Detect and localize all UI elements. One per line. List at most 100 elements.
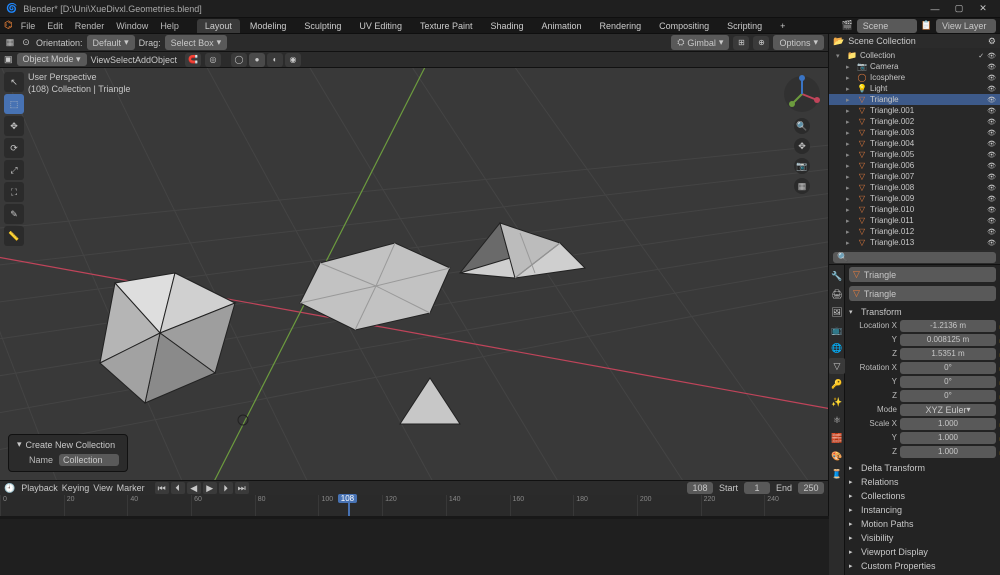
playhead[interactable] [348,495,350,516]
properties-tab-1[interactable]: 🖨 [829,286,845,302]
section-relations[interactable]: ▸Relations [849,475,996,489]
disclosure-icon[interactable]: ▸ [846,107,854,115]
workspace-tab-rendering[interactable]: Rendering [592,19,650,33]
section-motion-paths[interactable]: ▸Motion Paths [849,517,996,531]
outliner-item-camera[interactable]: ▸📷Camera👁 [829,61,1000,72]
disclosure-icon[interactable]: ▸ [846,63,854,71]
editor-type-icon[interactable]: ▦ [4,37,16,49]
visibility-icon[interactable]: 👁 [987,195,996,203]
workspace-tab-animation[interactable]: Animation [534,19,590,33]
maximize-button[interactable]: ▢ [948,2,970,16]
location-z-field[interactable]: 1.5351 m🔒 [900,348,996,360]
current-frame-field[interactable]: 108 [687,482,713,494]
zoom-button[interactable]: 🔍 [794,118,810,134]
rotation-x-field[interactable]: 0°🔒 [900,362,996,374]
visibility-icon[interactable]: 👁 [987,151,996,159]
overlay-toggle[interactable]: ⊞ [733,36,749,50]
enable-icon[interactable]: ✓ [978,52,984,60]
visibility-icon[interactable]: 👁 [987,63,996,71]
outliner-item-triangle-012[interactable]: ▸▽Triangle.012👁 [829,226,1000,237]
properties-breadcrumb[interactable]: ▽ Triangle [849,267,996,282]
orientation-gizmo[interactable] [782,74,822,114]
disclosure-icon[interactable]: ▸ [846,151,854,159]
section-instancing[interactable]: ▸Instancing [849,503,996,517]
timeline-track[interactable]: 020406080100120140160180200220240 [0,495,828,516]
disclosure-icon[interactable]: ▸ [846,239,854,247]
tool-annotate[interactable]: ✎ [4,204,24,224]
keyframe-prev-button[interactable]: ⏴ [171,482,185,494]
properties-tab-10[interactable]: 🎨 [829,448,845,464]
orientation-dropdown[interactable]: Default ▾ [87,35,135,50]
pan-button[interactable]: ✥ [794,138,810,154]
timeline-menu-view[interactable]: View [93,483,112,493]
outliner-item-triangle-005[interactable]: ▸▽Triangle.005👁 [829,149,1000,160]
close-button[interactable]: ✕ [972,2,994,16]
menu-edit[interactable]: Edit [41,19,69,33]
disclosure-icon[interactable]: ▸ [846,74,854,82]
outliner-item-icosphere[interactable]: ▸◯Icosphere👁 [829,72,1000,83]
ortho-toggle[interactable]: ▦ [794,178,810,194]
section-custom-properties[interactable]: ▸Custom Properties [849,559,996,573]
outliner-icon[interactable]: 📂 [833,36,844,47]
outliner-search[interactable]: 🔍 [833,252,996,263]
disclosure-icon[interactable]: ▸ [846,129,854,137]
outliner-item-light[interactable]: ▸💡Light👁 [829,83,1000,94]
properties-tab-6[interactable]: 🔑 [829,376,845,392]
properties-tab-2[interactable]: 🖼 [829,304,845,320]
drag-dropdown[interactable]: Select Box ▾ [165,35,228,50]
proportional-toggle[interactable]: ◎ [205,53,221,67]
outliner-item-collection[interactable]: ▾📁Collection✓👁 [829,50,1000,61]
visibility-icon[interactable]: 👁 [987,217,996,225]
snap-toggle[interactable]: 🧲 [185,53,201,67]
mode-dropdown[interactable]: Object Mode ▾ [17,53,87,66]
timeline-menu-keying[interactable]: Keying [62,483,90,493]
visibility-icon[interactable]: 👁 [987,239,996,247]
outliner-item-triangle-011[interactable]: ▸▽Triangle.011👁 [829,215,1000,226]
section-viewport-display[interactable]: ▸Viewport Display [849,545,996,559]
disclosure-icon[interactable]: ▸ [846,96,854,104]
workspace-tab-compositing[interactable]: Compositing [651,19,717,33]
menu-window[interactable]: Window [110,19,154,33]
tool-measure[interactable]: 📏 [4,226,24,246]
outliner-item-triangle-003[interactable]: ▸▽Triangle.003👁 [829,127,1000,138]
keyframe-next-button[interactable]: ⏵ [219,482,233,494]
viewlayer-field[interactable]: View Layer [936,19,996,33]
play-button[interactable]: ▶ [203,482,217,494]
visibility-icon[interactable]: 👁 [987,96,996,104]
disclosure-icon[interactable]: ▸ [846,173,854,181]
properties-tab-9[interactable]: 🧱 [829,430,845,446]
outliner-item-triangle-004[interactable]: ▸▽Triangle.004👁 [829,138,1000,149]
visibility-icon[interactable]: 👁 [987,52,996,60]
properties-tab-0[interactable]: 🔧 [829,268,845,284]
tool-select-box[interactable]: ⬚ [4,94,24,114]
pivot-icon[interactable]: ⊙ [20,37,32,49]
jump-end-button[interactable]: ⏭ [235,482,249,494]
visibility-icon[interactable]: 👁 [987,107,996,115]
tool-move[interactable]: ✥ [4,116,24,136]
disclosure-icon[interactable]: ▸ [846,217,854,225]
scale-y-field[interactable]: 1.000🔒 [900,432,996,444]
timeline-menu-playback[interactable]: Playback [21,483,58,493]
rotation-z-field[interactable]: 0°🔒 [900,390,996,402]
shading-matprev-button[interactable]: ◐ [267,53,283,67]
properties-tab-3[interactable]: 📺 [829,322,845,338]
scale-z-field[interactable]: 1.000🔒 [900,446,996,458]
last-operator-panel[interactable]: ▾Create New Collection Name Collection [8,434,128,472]
transform-section-header[interactable]: ▾Transform [849,305,996,319]
play-reverse-button[interactable]: ◀ [187,482,201,494]
end-frame-field[interactable]: 250 [798,482,824,494]
disclosure-icon[interactable]: ▸ [846,85,854,93]
disclosure-icon[interactable]: ▸ [846,206,854,214]
workspace-tab-+[interactable]: + [772,19,793,33]
outliner-item-triangle-002[interactable]: ▸▽Triangle.002👁 [829,116,1000,127]
vp-menu-view[interactable]: View [91,55,110,65]
minimize-button[interactable]: — [924,2,946,16]
properties-tab-11[interactable]: 🧵 [829,466,845,482]
camera-view-button[interactable]: 📷 [794,158,810,174]
object-name-field[interactable]: ▽ Triangle [849,286,996,301]
section-visibility[interactable]: ▸Visibility [849,531,996,545]
properties-tab-4[interactable]: 🌐 [829,340,845,356]
workspace-tab-uv-editing[interactable]: UV Editing [351,19,410,33]
workspace-tab-texture-paint[interactable]: Texture Paint [412,19,481,33]
outliner-item-triangle-013[interactable]: ▸▽Triangle.013👁 [829,237,1000,248]
